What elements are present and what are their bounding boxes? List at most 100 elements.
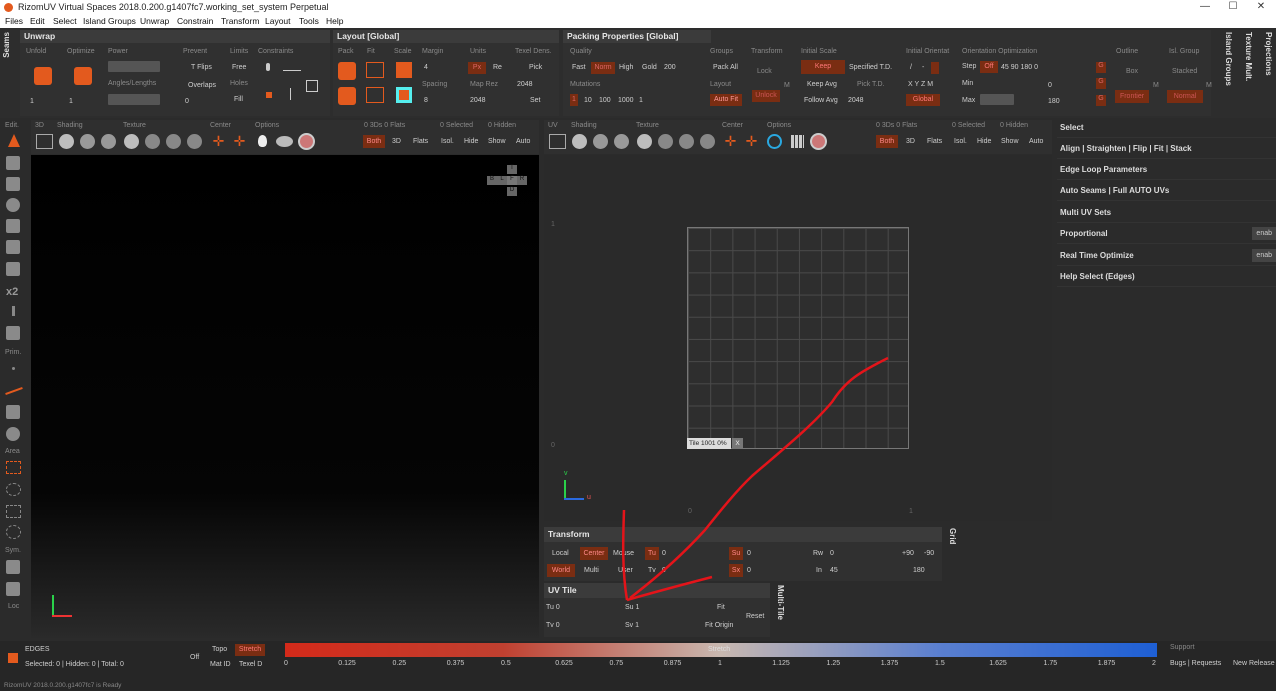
texture-checker3-icon[interactable] [187,134,202,149]
transform-local-button[interactable]: Local [552,550,569,557]
power-slider[interactable] [108,61,160,72]
scale-td-icon[interactable] [396,87,412,103]
rp-edge-loop[interactable]: Edge Loop Parameters [1057,160,1276,180]
transform-rw-value[interactable]: 0 [830,550,834,557]
edge-constraint-icon[interactable] [283,70,301,71]
uv-tile-close-button[interactable]: X [732,438,743,449]
uvtile-su[interactable]: Su 1 [625,604,639,611]
menu-island-groups[interactable]: Island Groups [83,16,136,26]
optimize-icon[interactable] [74,67,92,85]
uvtile-tv[interactable]: Tv 0 [546,622,560,629]
shading-wire-icon[interactable] [80,134,95,149]
symmetry-icon[interactable] [6,560,20,574]
display-off-button[interactable]: Off [190,654,199,661]
box-select-icon[interactable] [6,461,21,474]
uv-texture-solid-icon[interactable] [637,134,652,149]
primitive-poly-icon[interactable] [6,405,20,419]
unfold-iterations[interactable]: 1 [30,98,34,105]
menu-tools[interactable]: Tools [299,16,319,26]
shading-solid-icon[interactable] [59,134,74,149]
rp-realtime[interactable]: Real Time Optimize enab [1057,246,1276,266]
display-stretch-button[interactable]: Stretch [235,644,265,656]
pack-rotate-icon[interactable] [338,87,356,105]
shading-mix-icon[interactable] [101,134,116,149]
uv-show-button[interactable]: Show [1001,138,1019,145]
island-groups-tab[interactable]: Island Groups [1224,32,1233,86]
pin-tool-icon[interactable] [12,306,15,316]
uv-options-sphere-icon[interactable] [810,133,827,150]
select-vertex-icon[interactable] [6,156,20,170]
orient-axes[interactable]: X Y Z M [908,81,933,88]
rp-help-select[interactable]: Help Select (Edges) [1057,267,1276,287]
texture-checker-icon[interactable] [145,134,160,149]
step-g[interactable]: G [1096,62,1106,73]
optimize-iterations[interactable]: 1 [69,98,73,105]
max-value[interactable]: 180 [1048,98,1060,105]
symmetry-pointer-icon[interactable] [6,582,20,596]
rotate-minus90-button[interactable]: -90 [924,550,934,557]
free-toggle[interactable]: Free [232,64,246,71]
viewcube-left[interactable]: L [497,176,507,185]
t-flips-toggle[interactable]: T Flips [191,64,212,71]
map-rez-value[interactable]: 2048 [470,97,486,104]
texture-solid-icon[interactable] [124,134,139,149]
uv-shading-mix-icon[interactable] [614,134,629,149]
quality-fast[interactable]: Fast [572,64,586,71]
rotate-plus90-button[interactable]: +90 [902,550,914,557]
rp-auto-seams[interactable]: Auto Seams | Full AUTO UVs [1057,181,1276,201]
texel-set-button[interactable]: Set [530,97,541,104]
uv-frame-icon[interactable] [549,134,566,149]
orient-dash[interactable]: - [922,64,924,71]
rp-align[interactable]: Align | Straighten | Flip | Fit | Stack [1057,139,1276,159]
uvtile-fit-button[interactable]: Fit [717,604,725,611]
view3d-3d-button[interactable]: 3D [392,138,401,145]
transform-su-value[interactable]: 0 [747,550,751,557]
uv-isol-button[interactable]: Isol. [954,138,967,145]
menu-transform[interactable]: Transform [221,16,259,26]
follow-avg-button[interactable]: Follow Avg [804,97,838,104]
view3d-show-button[interactable]: Show [488,138,506,145]
gold-value[interactable]: 200 [664,64,676,71]
rp-proportional[interactable]: Proportional enab [1057,224,1276,244]
select-polygon-icon[interactable] [6,198,20,212]
transform-tv-value[interactable]: 0 [662,567,666,574]
texture-mult-tab[interactable]: Texture Mult. [1244,32,1253,81]
view3d-flats-button[interactable]: Flats [413,138,428,145]
center-selection-icon[interactable]: ✛ [232,134,247,149]
texel-pick-button[interactable]: Pick [529,64,542,71]
maximize-button[interactable]: ☐ [1222,0,1244,15]
outline-box[interactable]: Box [1126,68,1138,75]
menu-select[interactable]: Select [53,16,77,26]
uvtile-sv[interactable]: Sv 1 [625,622,639,629]
pin-icon[interactable] [266,63,270,71]
step-values[interactable]: 45 90 180 0 [1001,64,1038,71]
keep-avg-button[interactable]: Keep Avg [807,81,837,88]
pack-all-button[interactable]: Pack All [713,64,738,71]
viewcube-back[interactable]: B [487,176,497,185]
spacing-value[interactable]: 8 [424,97,428,104]
uv-flats-button[interactable]: Flats [927,138,942,145]
menu-help[interactable]: Help [326,16,343,26]
x2-button[interactable]: x2 [6,286,18,298]
fit-rotate-icon[interactable] [366,87,384,103]
proportional-enable-button[interactable]: enab [1252,227,1276,240]
grid-tab[interactable]: Grid [948,528,957,544]
clear-constraints-icon[interactable] [306,80,318,92]
display-topo-button[interactable]: Topo [212,646,227,653]
view3d-frame-icon[interactable] [36,134,53,149]
view3d-isol-button[interactable]: Isol. [441,138,454,145]
viewcube-top[interactable]: T [507,165,517,174]
overlaps-toggle[interactable]: Overlaps [188,82,216,89]
uvtile-reset-button[interactable]: Reset [746,613,764,620]
mutations-1000[interactable]: 1000 [618,97,634,104]
isl-stacked[interactable]: Stacked [1172,68,1197,75]
uv-refresh-icon[interactable] [767,134,782,149]
uv-tile-grid[interactable] [687,227,909,449]
transform-tu-value[interactable]: 0 [662,550,666,557]
vertical-constraint-icon[interactable] [290,88,291,100]
quality-norm[interactable]: Norm [591,62,615,74]
units-re-button[interactable]: Re [493,64,502,71]
uv-center-selection-icon[interactable]: ✛ [744,134,759,149]
display-matid-button[interactable]: Mat ID [210,661,231,668]
quality-gold[interactable]: Gold [642,64,657,71]
